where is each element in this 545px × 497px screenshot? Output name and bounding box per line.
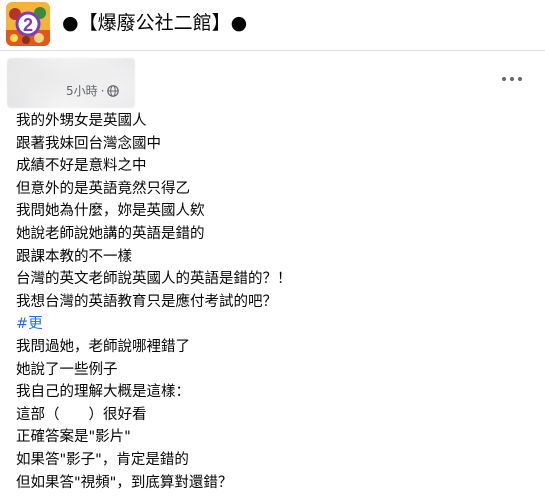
post-line: 我的外甥女是英國人 <box>16 113 147 129</box>
post-line: 這部（ ）很好看 <box>16 406 147 423</box>
post-body: 我的外甥女是英國人 跟著我妹回台灣念國中 成績不好是意料之中 但意外的是英語竟然… <box>16 110 536 494</box>
post-line: 正確答案是"影片" <box>16 429 131 446</box>
post-line: 她說了一些例子 <box>16 361 118 378</box>
post-meta: 5小時 · <box>66 83 120 101</box>
svg-text:2: 2 <box>23 15 33 35</box>
meta-separator: · <box>100 84 105 98</box>
post-line: 我問她為什麼，妳是英國人欸 <box>16 203 205 220</box>
post-time[interactable]: 5小時 <box>66 84 98 98</box>
post-line: 跟著我妹回台灣念國中 <box>16 135 161 152</box>
header-divider <box>0 50 545 51</box>
post-line: 我問過她，老師說哪裡錯了 <box>16 338 190 355</box>
group-name[interactable]: ●【爆廢公社二館】● <box>62 11 247 35</box>
post-line: 她說老師說她講的英語是錯的 <box>16 225 205 242</box>
post-line: 台灣的英文老師說英國人的英語是錯的？！ <box>16 271 292 288</box>
globe-icon[interactable] <box>107 85 120 101</box>
post-line: 如果答"影子"，肯定是錯的 <box>16 451 189 468</box>
post-line: 我想台灣的英語教育只是應付考試的吧？ <box>16 293 277 310</box>
more-options-icon[interactable] <box>498 70 526 88</box>
post-line: 但意外的是英語竟然只得乙 <box>16 180 190 197</box>
hashtag-link[interactable]: #更 <box>16 313 536 336</box>
post-line: 成績不好是意料之中 <box>16 158 147 175</box>
post-line: 但如果答"視頻"，到底算對還錯？ <box>16 474 233 491</box>
post-line: 跟課本教的不一樣 <box>16 248 132 265</box>
group-cover-icon[interactable]: 2 <box>6 2 50 46</box>
group-header: 2 ●【爆廢公社二館】● <box>0 0 545 52</box>
post-line: 我自己的理解大概是這樣： <box>16 384 190 401</box>
